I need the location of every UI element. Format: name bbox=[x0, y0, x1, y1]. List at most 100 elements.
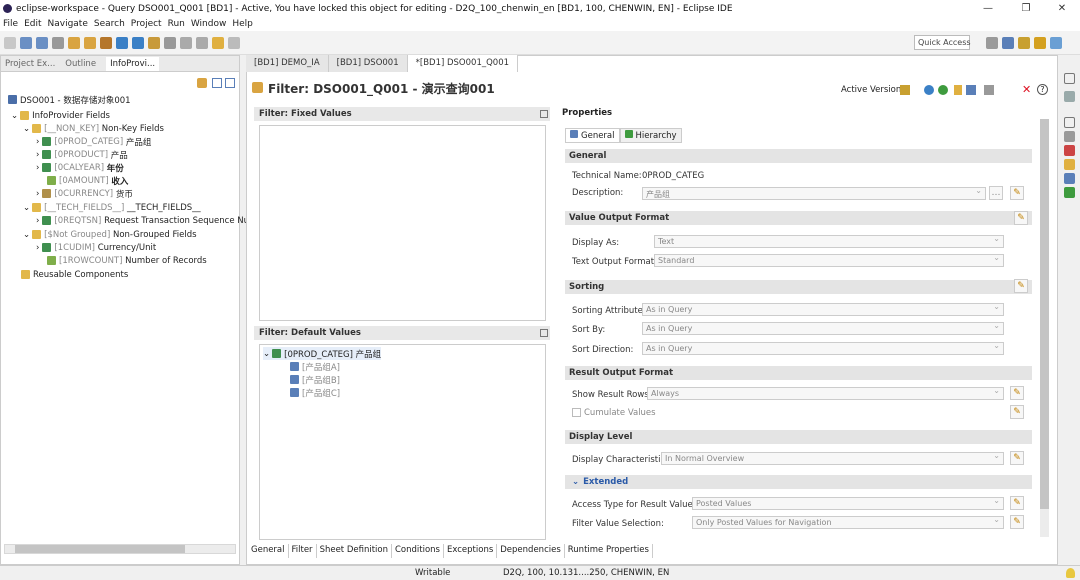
tasks-view-icon[interactable] bbox=[1064, 187, 1075, 198]
edit-pencil-icon[interactable]: ✎ bbox=[1010, 451, 1024, 465]
tab-exceptions[interactable]: Exceptions bbox=[444, 544, 498, 558]
collapse-all-icon[interactable] bbox=[225, 78, 235, 88]
version-icon[interactable] bbox=[900, 85, 910, 95]
menu-search[interactable]: Search bbox=[94, 19, 125, 29]
menu-edit[interactable]: Edit bbox=[24, 19, 41, 29]
export-icon[interactable] bbox=[984, 85, 994, 95]
edit-pencil-icon[interactable]: ✎ bbox=[1010, 186, 1024, 200]
forward-icon[interactable] bbox=[228, 36, 240, 49]
sorting-attr-select[interactable]: As in Query bbox=[642, 303, 1004, 316]
tree-item-cudim[interactable]: › [1CUDIM] Currency/Unit bbox=[36, 241, 156, 254]
filter-selection-select[interactable]: Only Posted Values for Navigation bbox=[692, 516, 1004, 529]
expand-all-icon[interactable] bbox=[212, 78, 222, 88]
tree-item-currency[interactable]: › [0CURRENCY] 货币 bbox=[36, 187, 133, 200]
horizontal-scrollbar[interactable] bbox=[4, 544, 236, 554]
close-editor-icon[interactable]: ✕ bbox=[1022, 83, 1031, 96]
scroll-thumb[interactable] bbox=[15, 545, 185, 553]
link-editor-icon[interactable] bbox=[197, 78, 207, 88]
chevron-right-icon[interactable]: › bbox=[36, 163, 39, 173]
edit-pencil-icon[interactable]: ✎ bbox=[1010, 386, 1024, 400]
restore-icon[interactable] bbox=[1064, 117, 1075, 128]
tree-item-non-key[interactable]: ⌄ [__NON_KEY] Non-Key Fields bbox=[23, 122, 164, 135]
open-perspective-icon[interactable] bbox=[68, 36, 80, 49]
check-icon[interactable] bbox=[116, 36, 128, 49]
menu-project[interactable]: Project bbox=[131, 19, 162, 29]
chevron-down-icon[interactable]: ⌄ bbox=[23, 203, 30, 213]
java-perspective-icon[interactable] bbox=[1050, 37, 1062, 49]
tab-filter[interactable]: Filter bbox=[288, 544, 317, 558]
bw-perspective-icon[interactable] bbox=[1034, 37, 1046, 49]
tree-item-calyear[interactable]: › [0CALYEAR] 年份 bbox=[36, 161, 124, 174]
tree-item-infoprovider-fields[interactable]: ⌄ InfoProvider Fields bbox=[11, 109, 110, 122]
chevron-right-icon[interactable]: › bbox=[36, 216, 39, 226]
restore-icon[interactable] bbox=[1064, 73, 1075, 84]
close-button[interactable]: ✕ bbox=[1044, 0, 1080, 17]
chevron-down-icon[interactable]: ⌄ bbox=[11, 111, 18, 121]
activate-icon[interactable] bbox=[938, 85, 948, 95]
menu-file[interactable]: File bbox=[3, 19, 18, 29]
edit-pencil-icon[interactable]: ✎ bbox=[1014, 211, 1028, 225]
description-field[interactable]: 产品组 bbox=[642, 187, 986, 200]
wrench-icon[interactable] bbox=[164, 36, 176, 49]
edit-pencil-icon[interactable]: ✎ bbox=[1014, 279, 1028, 293]
package-icon[interactable] bbox=[100, 36, 112, 49]
tree-item-product[interactable]: › [0PRODUCT] 产品 bbox=[36, 148, 128, 161]
print-icon[interactable] bbox=[52, 36, 64, 49]
tree-item-tech-fields[interactable]: ⌄ [__TECH_FIELDS__] __TECH_FIELDS__ bbox=[23, 201, 201, 214]
chevron-down-icon[interactable]: ⌄ bbox=[23, 230, 30, 240]
chevron-right-icon[interactable]: › bbox=[36, 189, 39, 199]
new-icon[interactable] bbox=[4, 36, 16, 49]
text-output-select[interactable]: Standard bbox=[654, 254, 1004, 267]
console-view-icon[interactable] bbox=[1064, 173, 1075, 184]
data-preview-icon[interactable] bbox=[966, 85, 976, 95]
tree-item-reqtsn[interactable]: › [0REQTSN] Request Transaction Sequence… bbox=[36, 214, 249, 227]
active-version-label[interactable]: Active Version bbox=[841, 85, 901, 95]
menu-help[interactable]: Help bbox=[232, 19, 253, 29]
default-child[interactable]: [产品组A] bbox=[290, 360, 340, 373]
tree-root[interactable]: DSO001 - 数据存储对象001 bbox=[8, 93, 131, 106]
pin-icon[interactable] bbox=[180, 36, 192, 49]
tab-conditions[interactable]: Conditions bbox=[392, 544, 444, 558]
menu-run[interactable]: Run bbox=[168, 19, 185, 29]
sort-by-select[interactable]: As in Query bbox=[642, 322, 1004, 335]
chevron-down-icon[interactable]: ⌄ bbox=[572, 477, 579, 487]
minimize-button[interactable]: — bbox=[970, 0, 1006, 17]
lock-icon[interactable] bbox=[954, 85, 962, 95]
back-icon[interactable] bbox=[212, 36, 224, 49]
display-as-select[interactable]: Text bbox=[654, 235, 1004, 248]
check-icon[interactable] bbox=[924, 85, 934, 95]
perspective-icon[interactable] bbox=[986, 37, 998, 49]
tab-dso001-q001[interactable]: *[BD1] DSO001_Q001 bbox=[407, 55, 519, 72]
search-icon[interactable] bbox=[148, 36, 160, 49]
help-icon[interactable]: ? bbox=[1037, 84, 1048, 95]
chevron-down-icon[interactable]: ⌄ bbox=[263, 349, 270, 359]
chevron-right-icon[interactable]: › bbox=[36, 150, 39, 160]
history-view-icon[interactable] bbox=[1064, 159, 1075, 170]
save-all-icon[interactable] bbox=[36, 36, 48, 49]
tab-project-explorer[interactable]: Project Ex... bbox=[5, 59, 55, 69]
debug-perspective-icon[interactable] bbox=[1018, 37, 1030, 49]
tab-sheet-definition[interactable]: Sheet Definition bbox=[317, 544, 392, 558]
edit-pencil-icon[interactable]: ✎ bbox=[1010, 405, 1024, 419]
scroll-thumb[interactable] bbox=[1040, 119, 1049, 509]
tree-item-reusable[interactable]: Reusable Components bbox=[21, 268, 128, 281]
tab-dependencies[interactable]: Dependencies bbox=[497, 544, 565, 558]
tree-item-not-grouped[interactable]: ⌄ [$Not Grouped] Non-Grouped Fields bbox=[23, 228, 197, 241]
properties-view-icon[interactable] bbox=[1064, 91, 1075, 102]
extended-section-header[interactable]: ⌄ Extended bbox=[565, 475, 1032, 489]
show-result-rows-select[interactable]: Always bbox=[647, 387, 1004, 400]
activate-icon[interactable] bbox=[132, 36, 144, 49]
tree-item-rowcount[interactable]: [1ROWCOUNT] Number of Records bbox=[47, 254, 207, 267]
chevron-right-icon[interactable]: › bbox=[36, 137, 39, 147]
next-annotation-icon[interactable] bbox=[196, 36, 208, 49]
open-type-icon[interactable] bbox=[84, 36, 96, 49]
edit-pencil-icon[interactable]: ✎ bbox=[1010, 515, 1024, 529]
edit-pencil-icon[interactable]: ✎ bbox=[1010, 496, 1024, 510]
save-icon[interactable] bbox=[20, 36, 32, 49]
tab-general[interactable]: General bbox=[248, 544, 289, 558]
menu-window[interactable]: Window bbox=[191, 19, 227, 29]
abap-perspective-icon[interactable] bbox=[1002, 37, 1014, 49]
maximize-icon[interactable] bbox=[540, 329, 548, 337]
browse-button[interactable]: … bbox=[989, 186, 1003, 200]
properties-scrollbar[interactable] bbox=[1040, 119, 1049, 537]
